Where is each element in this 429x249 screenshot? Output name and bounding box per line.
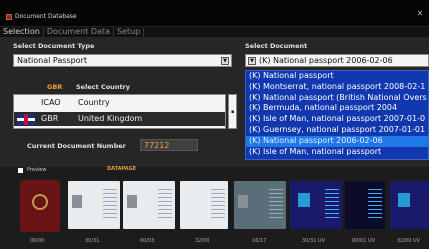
- preview-checkbox[interactable]: [18, 168, 23, 173]
- crest-icon: [32, 194, 48, 210]
- select-country-label: Select Country: [76, 83, 130, 91]
- list-item-selected[interactable]: (K) National passport 2006-02-06: [246, 135, 428, 147]
- close-icon[interactable]: ✕: [415, 9, 425, 19]
- page-thumbnail[interactable]: [123, 181, 175, 229]
- thumbnail-caption: 00/00: [30, 238, 45, 244]
- thumbnail-caption: 32/00 UV: [397, 238, 421, 244]
- select-document-select[interactable]: ▼ (K) National passport 2006-02-06: [245, 54, 429, 67]
- grid-header-country: Country: [78, 98, 110, 107]
- passport-cover-thumbnail[interactable]: [20, 180, 60, 232]
- chevron-down-icon[interactable]: ▼: [221, 57, 229, 65]
- document-type-label: Select Document Type: [13, 42, 95, 50]
- datapage-thumbnail[interactable]: [68, 181, 120, 229]
- document-list[interactable]: (K) National passport (K) Montserrat, na…: [245, 70, 429, 160]
- tab-bar: Selection Document Data Setup: [0, 27, 429, 37]
- list-item[interactable]: (K) Bermuda, national passport 2004: [246, 103, 428, 114]
- list-item[interactable]: (K) Montserrat, national passport 2008-0…: [246, 82, 428, 93]
- list-item[interactable]: (K) Isle of Man, national passport: [246, 147, 428, 158]
- document-type-select[interactable]: National Passport ▼: [13, 54, 232, 67]
- document-type-value: National Passport: [17, 56, 87, 65]
- table-row[interactable]: GBR United Kingdom: [14, 112, 225, 126]
- list-item[interactable]: (K) Isle of Man, national passport 2007-…: [246, 114, 428, 125]
- grid-cell-code: GBR: [41, 114, 59, 123]
- doc-number-field[interactable]: 77212: [140, 139, 198, 151]
- arrow-icon: ▪: [231, 109, 235, 115]
- grid-cell-country: United Kingdom: [78, 114, 143, 123]
- country-grid-scroll[interactable]: ▪: [228, 94, 237, 129]
- preview-label: Preview: [27, 167, 47, 173]
- country-code-badge: GBR: [47, 83, 63, 91]
- uv-thumbnail[interactable]: [345, 181, 385, 229]
- select-document-value: (K) National passport 2006-02-06: [259, 56, 393, 65]
- uv-thumbnail[interactable]: [290, 181, 342, 229]
- country-grid[interactable]: ICAO Country GBR United Kingdom: [13, 94, 226, 129]
- list-item[interactable]: (K) National passport: [246, 71, 428, 82]
- window-title-text: Document Database: [15, 13, 77, 20]
- datapage-label: DATAPAGE: [107, 166, 137, 172]
- chevron-down-icon[interactable]: ▼: [248, 57, 256, 65]
- page-thumbnail[interactable]: [180, 181, 228, 229]
- tab-setup[interactable]: Setup: [114, 27, 145, 37]
- thumbnail-caption: 00/03: [140, 238, 155, 244]
- thumbnail-caption: 16/17: [252, 238, 267, 244]
- tab-document-data[interactable]: Document Data: [44, 27, 114, 37]
- grid-header-icao: ICAO: [41, 98, 61, 107]
- list-item[interactable]: (K) National passport (British National …: [246, 93, 428, 104]
- select-document-label: Select Document: [245, 42, 308, 50]
- grid-header-row: ICAO Country: [14, 96, 225, 110]
- window-title: Document Database: [6, 13, 77, 20]
- thumbnail-caption: 30/31 UV: [302, 238, 326, 244]
- thumbnail-caption: 32/00: [195, 238, 210, 244]
- app-icon: [6, 13, 12, 20]
- tab-selection[interactable]: Selection: [0, 27, 44, 37]
- uk-flag-icon: [17, 114, 35, 125]
- ir-thumbnail[interactable]: [234, 181, 286, 229]
- thumbnail-caption: 30/31: [85, 238, 100, 244]
- thumbnail-caption: 00/01 UV: [352, 238, 376, 244]
- list-item[interactable]: (K) Guernsey, national passport 2007-01-…: [246, 125, 428, 136]
- doc-number-label: Current Document Number: [27, 142, 126, 150]
- uv-thumbnail[interactable]: [390, 181, 429, 229]
- title-bar: Document Database ✕: [0, 0, 429, 27]
